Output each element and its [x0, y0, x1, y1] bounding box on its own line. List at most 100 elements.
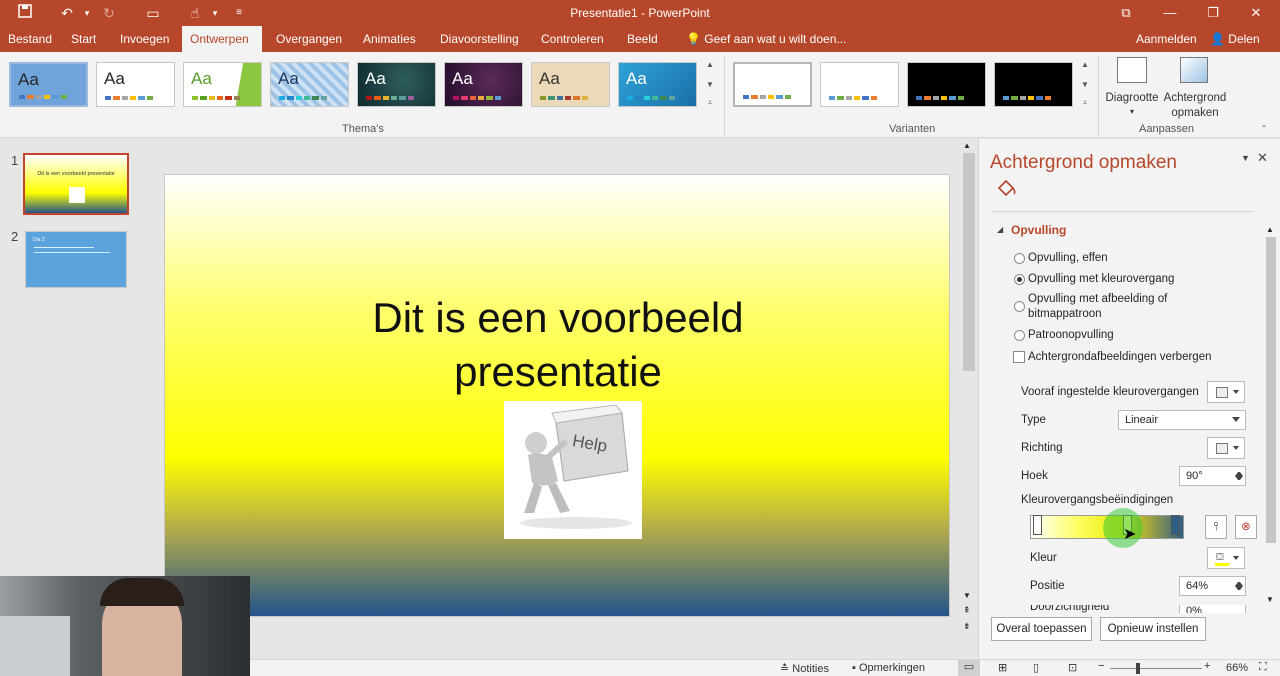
theme-ion[interactable]: Aa	[357, 62, 436, 107]
slide-canvas[interactable]: Dit is een voorbeeld presentatie Help	[164, 174, 950, 617]
angle-spinner[interactable]: 90°	[1179, 466, 1246, 486]
ribbon-tabs: Bestand Start Invoegen Ontwerpen Overgan…	[0, 26, 1280, 52]
tell-me-box[interactable]: 💡 Geef aan wat u wilt doen...	[678, 26, 854, 52]
variant-1[interactable]	[733, 62, 812, 107]
next-slide-icon[interactable]: ⇟	[963, 621, 971, 632]
zoom-in-icon[interactable]: +	[1204, 660, 1210, 672]
theme-office-2[interactable]: Aa	[96, 62, 175, 107]
format-background-label-2: opmaken	[1171, 107, 1219, 119]
tab-start[interactable]: Start	[63, 26, 104, 52]
scroll-up-icon[interactable]: ▲	[963, 141, 971, 150]
format-background-button[interactable]: Achtergrond opmaken	[1162, 55, 1228, 119]
add-gradient-stop-icon[interactable]: ⫯	[1205, 515, 1227, 539]
share-button[interactable]: 👤 Delen	[1202, 26, 1268, 52]
slideshow-view-icon[interactable]: ⊡	[1068, 661, 1077, 674]
radio-solid-fill[interactable]	[1014, 253, 1025, 264]
variant-2[interactable]	[820, 62, 899, 107]
theme-retrospect[interactable]: Aa	[618, 62, 697, 107]
reset-background-button[interactable]: Opnieuw instellen	[1100, 617, 1206, 641]
hide-bg-graphics-label[interactable]: Achtergrondafbeeldingen verbergen	[1028, 350, 1212, 365]
scroll-thumb[interactable]	[963, 153, 975, 371]
scroll-down-icon[interactable]: ▼	[963, 591, 971, 600]
fill-bucket-icon[interactable]	[995, 179, 1017, 199]
tab-beeld[interactable]: Beeld	[619, 26, 666, 52]
close-icon[interactable]: ✕	[1236, 2, 1276, 24]
gradient-fill-label[interactable]: Opvulling met kleurovergang	[1028, 272, 1174, 287]
tab-ontwerpen[interactable]: Ontwerpen	[182, 26, 262, 52]
webcam-hair	[100, 578, 184, 606]
theme-organic[interactable]: Aa	[531, 62, 610, 107]
pane-scroll-down-icon[interactable]: ▼	[1266, 595, 1274, 604]
pattern-fill-label[interactable]: Patroonopvulling	[1028, 328, 1114, 343]
reading-view-icon[interactable]: ▯	[1033, 661, 1039, 674]
zoom-out-icon[interactable]: −	[1098, 660, 1104, 672]
ribbon: Aa Aa Aa Aa Aa Aa Aa Aa ▲ ▼ ⩡ Thema's ▲ …	[0, 52, 1280, 138]
minimize-icon[interactable]: —	[1150, 2, 1190, 24]
radio-picture-fill[interactable]	[1014, 301, 1025, 312]
preset-gradients-dropdown[interactable]	[1207, 381, 1245, 403]
transparency-spinner[interactable]: 0%	[1179, 605, 1246, 613]
themes-scroll-up-icon[interactable]: ▲	[704, 58, 716, 72]
theme-office[interactable]: Aa	[9, 62, 88, 107]
variants-more-icon[interactable]: ⩡	[1079, 96, 1091, 110]
ribbon-display-options-icon[interactable]: ⧉	[1106, 2, 1146, 24]
theme-ion-boardroom[interactable]: Aa	[444, 62, 523, 107]
notes-button[interactable]: ≛ Notities	[780, 662, 829, 675]
gradient-stop-3[interactable]	[1171, 515, 1180, 535]
picture-fill-label-line-2: bitmappatroon	[1028, 308, 1102, 320]
comments-button[interactable]: ▪ Opmerkingen	[852, 662, 925, 674]
theme-facet[interactable]: Aa	[183, 62, 262, 107]
variant-3[interactable]	[907, 62, 986, 107]
pane-options-icon[interactable]: ▼	[1241, 153, 1250, 163]
pane-scrollbar[interactable]: ▲ ▼	[1265, 223, 1277, 605]
solid-fill-label[interactable]: Opvulling, effen	[1028, 251, 1108, 266]
zoom-level[interactable]: 66%	[1226, 662, 1248, 674]
tab-invoegen[interactable]: Invoegen	[112, 26, 177, 52]
collapse-ribbon-icon[interactable]: ⌃	[1258, 122, 1270, 136]
maximize-icon[interactable]: ❐	[1193, 2, 1233, 24]
themes-more-icon[interactable]: ⩡	[704, 96, 716, 110]
tab-diavoorstelling[interactable]: Diavoorstelling	[432, 26, 527, 52]
thumbnail-slide-1[interactable]: Dit is een voorbeeld presentatie	[23, 153, 129, 215]
angle-label: Hoek	[1021, 470, 1048, 482]
variants-scroll-down-icon[interactable]: ▼	[1079, 78, 1091, 92]
fill-section-header[interactable]: Opvulling	[1011, 223, 1066, 237]
themes-scroll-down-icon[interactable]: ▼	[704, 78, 716, 92]
radio-pattern-fill[interactable]	[1014, 330, 1025, 341]
apply-to-all-button[interactable]: Overal toepassen	[991, 617, 1092, 641]
slide-title[interactable]: Dit is een voorbeeld presentatie	[165, 291, 951, 399]
thumbnail-slide-2[interactable]: Dia 2	[25, 231, 127, 288]
tab-controleren[interactable]: Controleren	[533, 26, 612, 52]
type-dropdown[interactable]: Lineair	[1118, 410, 1246, 430]
fit-to-window-icon[interactable]: ⛶	[1259, 661, 1267, 674]
pane-close-icon[interactable]: ✕	[1257, 150, 1268, 166]
hide-bg-graphics-checkbox[interactable]	[1013, 351, 1025, 363]
variants-scroll-up-icon[interactable]: ▲	[1079, 58, 1091, 72]
position-spinner[interactable]: 64%	[1179, 576, 1246, 596]
help-image[interactable]: Help	[504, 401, 642, 539]
direction-dropdown[interactable]	[1207, 437, 1245, 459]
zoom-slider[interactable]	[1110, 663, 1202, 674]
slide-sorter-icon[interactable]: ⊞	[998, 661, 1007, 674]
remove-gradient-stop-icon[interactable]: ⊗	[1235, 515, 1257, 539]
theme-integral[interactable]: Aa	[270, 62, 349, 107]
pane-scroll-thumb[interactable]	[1266, 237, 1276, 543]
picture-fill-label[interactable]: Opvulling met afbeelding of bitmappatroo…	[1028, 292, 1167, 322]
collapse-section-icon[interactable]: ◢	[997, 225, 1003, 234]
slide-size-button[interactable]: Diagrootte ▾	[1103, 55, 1161, 119]
normal-view-icon[interactable]: ▭	[958, 660, 980, 676]
radio-gradient-fill[interactable]	[1014, 274, 1025, 285]
gradient-stop-1[interactable]	[1033, 515, 1042, 535]
zoom-slider-thumb[interactable]	[1136, 663, 1140, 674]
signin-link[interactable]: Aanmelden	[1128, 26, 1205, 52]
tab-overgangen[interactable]: Overgangen	[268, 26, 350, 52]
tab-bestand[interactable]: Bestand	[0, 26, 60, 52]
tab-animaties[interactable]: Animaties	[355, 26, 424, 52]
variant-4[interactable]	[994, 62, 1073, 107]
editor-scrollbar[interactable]: ▲ ▼ ⇞ ⇟	[961, 139, 977, 639]
pane-scroll-up-icon[interactable]: ▲	[1266, 225, 1274, 234]
share-label: Delen	[1228, 32, 1260, 46]
color-picker-dropdown[interactable]: ⛋	[1207, 547, 1245, 569]
previous-slide-icon[interactable]: ⇞	[963, 605, 971, 616]
gradient-stops-bar[interactable]: ➤	[1030, 508, 1184, 548]
